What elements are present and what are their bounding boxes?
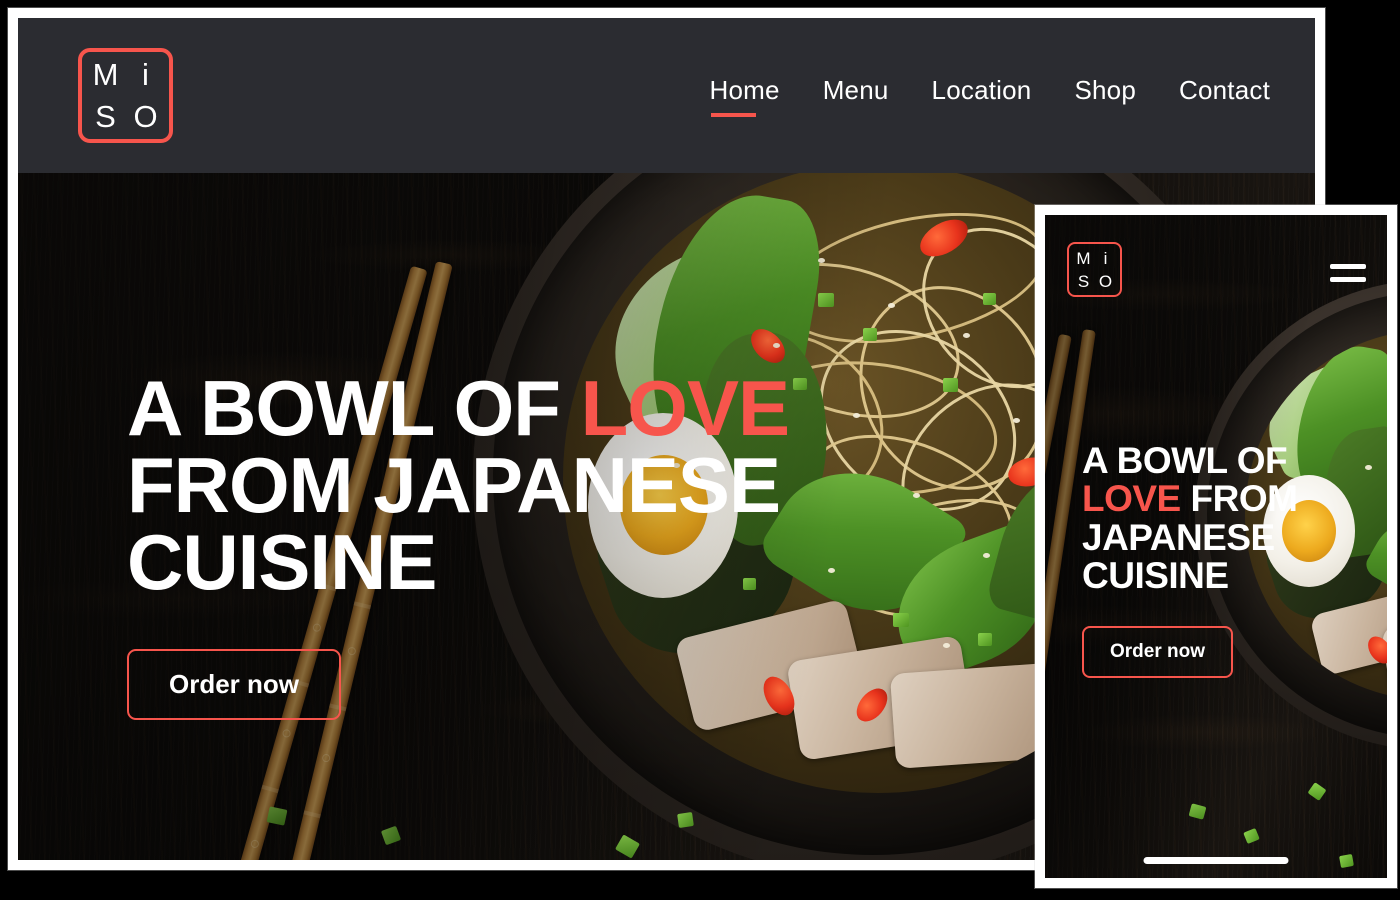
headline-line2-post: FROM <box>1180 478 1298 520</box>
scallion-bit <box>978 633 992 646</box>
hamburger-bar-top <box>1330 264 1366 269</box>
logo-row-top: M i <box>82 59 169 90</box>
nav-item-menu[interactable]: Menu <box>823 76 889 119</box>
headline-line2: FROM JAPANESE <box>127 441 781 530</box>
scallion-bit <box>943 378 958 392</box>
mobile-headline: A BOWL OF LOVE FROM JAPANESE CUISINE <box>1082 440 1298 597</box>
logo-char-m: M <box>1076 248 1091 268</box>
logo-miso[interactable]: M i S O <box>78 48 173 143</box>
scallion-bit <box>1339 853 1354 869</box>
headline-accent-love: LOVE <box>1082 478 1181 520</box>
mockup-stage: A BOWL OF LOVE FROM JAPANESE CUISINE Order… <box>0 0 1400 900</box>
nav-item-contact[interactable]: Contact <box>1179 76 1270 119</box>
logo-char-m: M <box>92 57 119 92</box>
chopstick-dot <box>249 838 260 849</box>
hamburger-bar-bottom <box>1330 277 1366 282</box>
mobile-hero-copy: A BOWL OF LOVE FROM JAPANESE CUISINE Order … <box>1082 440 1298 678</box>
scallion-bit <box>677 812 694 828</box>
sesame-seed <box>853 413 860 418</box>
sesame-seed <box>888 303 895 308</box>
headline-line3: CUISINE <box>127 518 437 607</box>
home-indicator[interactable] <box>1143 857 1289 864</box>
desktop-header: M i S O Home Menu Location Shop Contact <box>18 18 1315 173</box>
headline-line1-pre: A BOWL OF <box>127 364 581 452</box>
scallion-bit <box>863 328 877 341</box>
sesame-seed <box>983 553 990 558</box>
sesame-seed <box>1365 465 1372 470</box>
logo-char-i: i <box>142 57 149 92</box>
logo-char-o: O <box>133 99 158 134</box>
sesame-seed <box>828 568 835 573</box>
logo-char-s: S <box>95 99 116 134</box>
scallion-bit <box>266 806 288 826</box>
hamburger-icon[interactable] <box>1330 264 1366 282</box>
logo-miso-mobile[interactable]: M i S O <box>1067 242 1122 297</box>
desktop-nav: Home Menu Location Shop Contact <box>710 76 1270 119</box>
logo-row-top: M i <box>1069 250 1120 267</box>
logo-row-bottom: S O <box>82 101 169 132</box>
logo-char-s: S <box>1077 271 1090 291</box>
logo-row-bottom: S O <box>1069 273 1120 290</box>
sesame-seed <box>818 258 825 263</box>
sesame-seed <box>913 493 920 498</box>
desktop-hero-copy: A BOWL OF LOVE FROM JAPANESE CUISINE Order… <box>127 369 790 720</box>
order-now-button-mobile[interactable]: Order now <box>1082 625 1234 678</box>
chopstick-dot <box>320 753 331 763</box>
sesame-seed <box>963 333 970 338</box>
logo-char-i: i <box>1103 248 1108 268</box>
scallion-bit <box>983 293 996 305</box>
scallion-bit <box>818 293 834 307</box>
headline-line4: CUISINE <box>1082 555 1229 597</box>
mobile-viewport: M i S O A BOWL OF LOVE FROM JAPANESE CUISIN… <box>1045 215 1387 878</box>
headline-line3: JAPANESE <box>1082 516 1275 558</box>
scallion-bit <box>793 378 807 390</box>
sesame-seed <box>773 343 780 348</box>
chopstick-band <box>303 810 321 819</box>
scallion-bit <box>893 613 909 627</box>
order-now-button[interactable]: Order now <box>127 648 342 720</box>
chopstick-dot <box>281 728 292 739</box>
logo-char-o: O <box>1098 271 1113 291</box>
mobile-device-frame: M i S O A BOWL OF LOVE FROM JAPANESE CUISIN… <box>1035 205 1397 888</box>
sesame-seed <box>943 643 950 648</box>
desktop-headline: A BOWL OF LOVE FROM JAPANESE CUISINE <box>127 369 790 602</box>
nav-item-shop[interactable]: Shop <box>1074 76 1136 119</box>
nav-item-home[interactable]: Home <box>710 76 780 119</box>
chopstick-band <box>261 784 279 794</box>
sesame-seed <box>1013 418 1020 423</box>
nav-item-location[interactable]: Location <box>932 76 1032 119</box>
headline-accent-love: LOVE <box>580 364 790 452</box>
headline-line1: A BOWL OF <box>1082 440 1288 481</box>
